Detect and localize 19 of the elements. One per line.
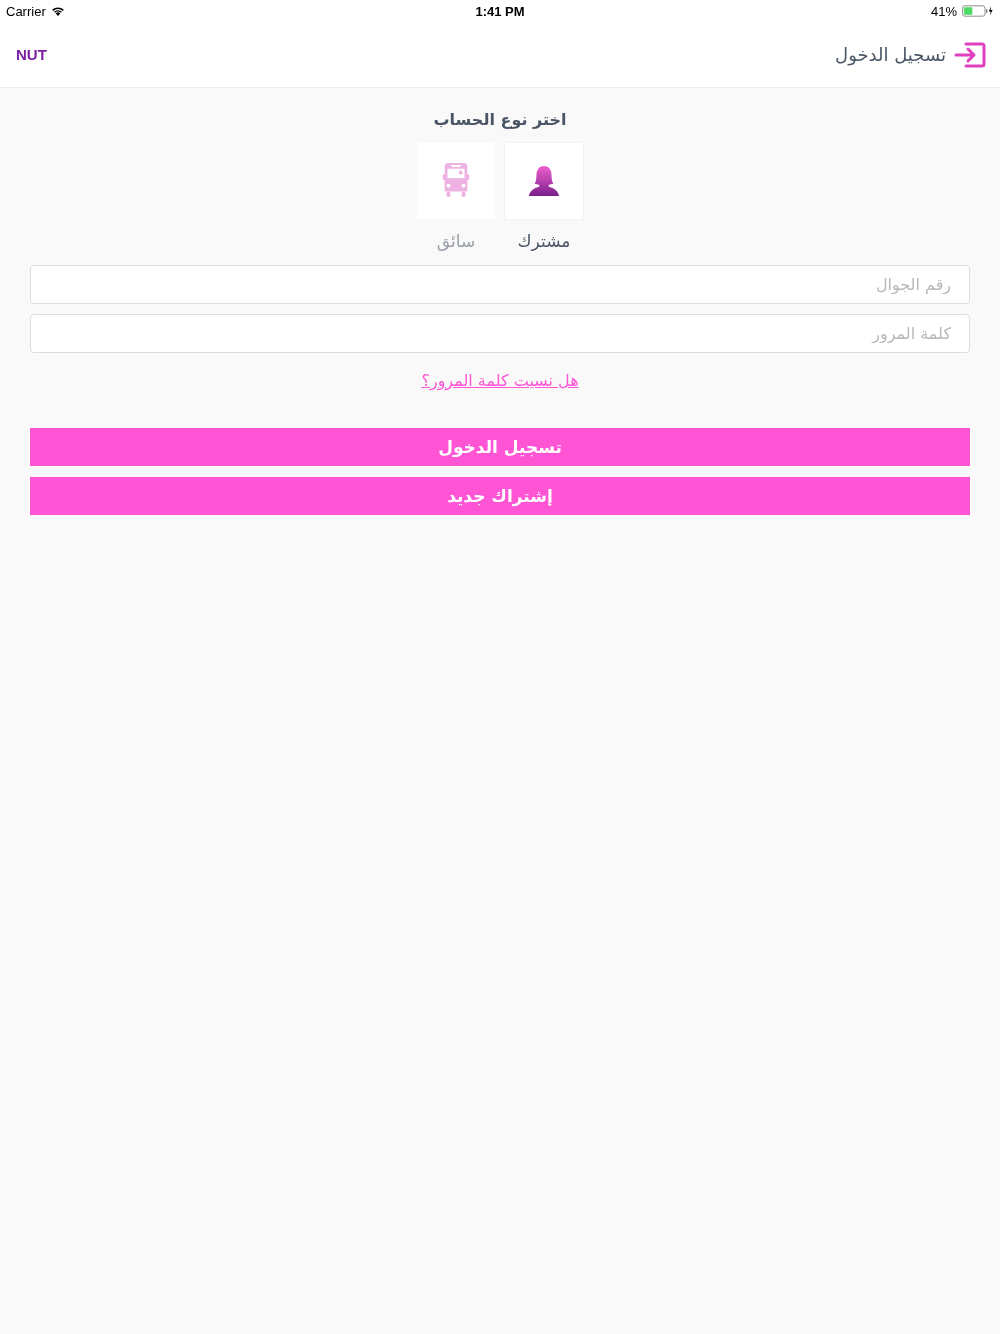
person-icon bbox=[527, 164, 561, 198]
forgot-password-link[interactable]: هل نسيت كلمة المرور؟ bbox=[421, 371, 579, 390]
brand-logo: NUT bbox=[16, 46, 47, 63]
account-type-tile[interactable] bbox=[505, 143, 583, 219]
clock: 1:41 PM bbox=[475, 3, 525, 19]
signup-button[interactable]: إشتراك جديد bbox=[30, 477, 970, 515]
account-type-label: مشترك bbox=[517, 231, 571, 251]
account-type-label: سائق bbox=[436, 231, 476, 251]
input-field[interactable]: كلمة المرور bbox=[30, 314, 970, 353]
sign-in-icon bbox=[954, 41, 986, 68]
battery-percent: 41% bbox=[930, 3, 957, 19]
input-field[interactable]: رقم الجوال bbox=[30, 265, 970, 304]
account-type-tile[interactable] bbox=[417, 143, 495, 219]
section-heading: اختر نوع الحساب bbox=[433, 110, 567, 129]
carrier-label: Carrier bbox=[6, 3, 46, 19]
login-button[interactable]: تسجيل الدخول bbox=[30, 428, 970, 466]
page-title: تسجيل الدخول bbox=[835, 44, 946, 65]
wifi-icon bbox=[50, 5, 65, 17]
battery-icon bbox=[962, 5, 994, 17]
